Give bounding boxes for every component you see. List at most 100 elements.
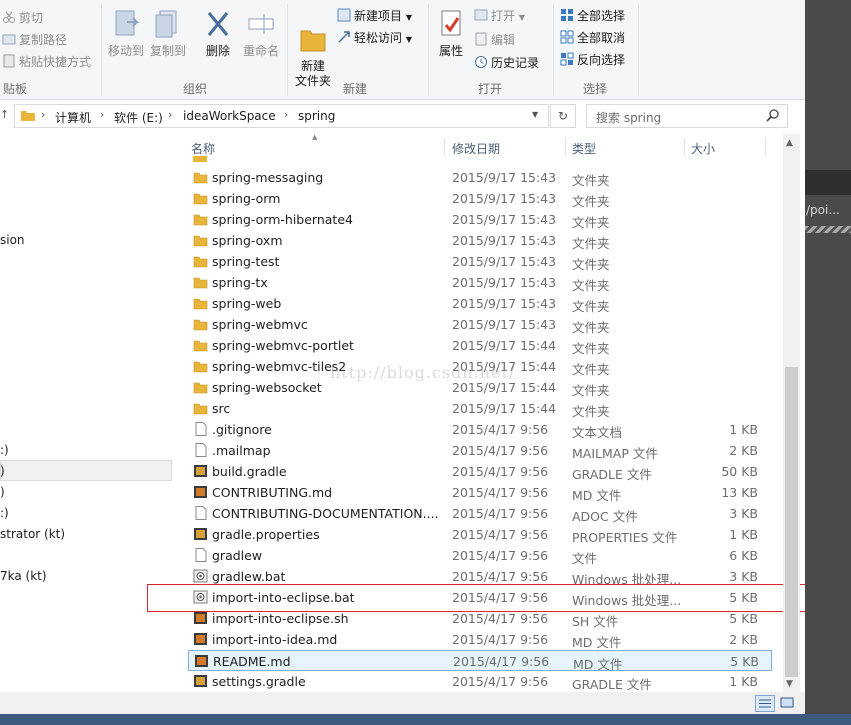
move-to-button[interactable]: 移动到 xyxy=(106,8,146,59)
file-row[interactable]: settings.gradle 2015/4/17 9:56 GRADLE 文件 1 … xyxy=(188,671,772,692)
file-row[interactable]: spring-orm-hibernate4 2015/9/17 15:43 文件夹 xyxy=(188,209,772,230)
edit-button[interactable]: 编辑 xyxy=(474,30,515,50)
file-row[interactable]: spring-messaging 2015/9/17 15:43 文件夹 xyxy=(188,167,772,188)
chevron-down-icon: ▼ xyxy=(518,13,525,22)
file-row[interactable]: spring-web 2015/9/17 15:43 文件夹 xyxy=(188,293,772,314)
breadcrumb-spring[interactable]: spring xyxy=(298,109,335,123)
file-name: import-into-eclipse.sh xyxy=(212,611,349,626)
file-row[interactable]: .gitignore 2015/4/17 9:56 文本文档 1 KB xyxy=(188,419,772,440)
scroll-down-icon[interactable]: ▼ xyxy=(786,679,793,689)
up-arrow-icon[interactable]: ↑ xyxy=(0,108,9,121)
file-row[interactable]: gradle.properties 2015/4/17 9:56 PROPERTIE… xyxy=(188,524,772,545)
file-date: 2015/9/17 15:44 xyxy=(452,338,557,353)
column-header-name[interactable]: 名称 xyxy=(191,140,215,157)
md-file-icon xyxy=(193,611,208,625)
folder-icon xyxy=(193,191,208,205)
file-icon xyxy=(193,443,208,457)
breadcrumb-computer[interactable]: 计算机 xyxy=(55,109,91,126)
paste-shortcut-icon xyxy=(2,54,16,68)
nav-item[interactable]: :) xyxy=(0,443,9,457)
file-row[interactable]: src 2015/9/17 15:44 文件夹 xyxy=(188,398,772,419)
highlight-box xyxy=(147,584,811,612)
paste-shortcut-button[interactable]: 粘贴快捷方式 xyxy=(2,52,91,72)
ribbon: 剪切 复制路径 粘贴快捷方式 贴板 移动到 复制到 删除 重命名 组织 新建 文… xyxy=(0,0,805,100)
copy-to-icon xyxy=(155,10,177,38)
properties-icon xyxy=(441,10,461,36)
properties-button[interactable]: 属性 xyxy=(432,8,470,59)
chevron-down-icon: ▼ xyxy=(405,13,412,22)
large-icons-view-icon[interactable] xyxy=(778,695,798,712)
file-row[interactable]: build.gradle 2015/4/17 9:56 GRADLE 文件 50 KB xyxy=(188,461,772,482)
new-folder-button[interactable]: 新建 文件夹 xyxy=(292,8,334,104)
column-header-size[interactable]: 大小 xyxy=(691,140,715,157)
breadcrumb-workspace[interactable]: ideaWorkSpace xyxy=(183,109,276,123)
edit-icon xyxy=(474,32,488,46)
column-divider[interactable] xyxy=(684,138,685,156)
history-button[interactable]: 历史记录 xyxy=(474,53,539,73)
file-type: 文件 xyxy=(572,551,598,566)
folder-icon xyxy=(193,380,208,394)
group-label-new: 新建 xyxy=(342,82,367,96)
nav-item[interactable]: :) xyxy=(0,506,9,520)
file-row[interactable]: spring-webmvc-portlet 2015/9/17 15:44 文件夹 xyxy=(188,335,772,356)
file-date: 2015/4/17 9:56 xyxy=(453,654,550,669)
group-label-organize: 组织 xyxy=(182,82,207,96)
scrollbar-thumb[interactable] xyxy=(785,367,798,677)
column-divider[interactable] xyxy=(565,138,566,156)
file-date: 2015/4/17 9:56 xyxy=(452,485,549,500)
file-name: .mailmap xyxy=(212,443,271,458)
invert-selection-button[interactable]: 反向选择 xyxy=(560,50,625,70)
file-row[interactable]: spring-test 2015/9/17 15:43 文件夹 xyxy=(188,251,772,272)
copy-to-button[interactable]: 复制到 xyxy=(147,8,189,59)
column-header-date[interactable]: 修改日期 xyxy=(452,140,500,157)
file-row[interactable]: spring-webmvc 2015/9/17 15:43 文件夹 xyxy=(188,314,772,335)
file-row[interactable]: import-into-idea.md 2015/4/17 9:56 MD 文件 2 … xyxy=(188,629,772,650)
file-size: 1 KB xyxy=(729,674,758,689)
select-all-button[interactable]: 全部选择 xyxy=(560,6,625,26)
easy-access-button[interactable]: 轻松访问 ▼ xyxy=(337,28,412,48)
rename-icon xyxy=(248,14,274,34)
select-none-button[interactable]: 全部取消 xyxy=(560,28,625,48)
file-row[interactable]: gradlew 2015/4/17 9:56 文件 6 KB xyxy=(188,545,772,566)
file-date: 2015/4/17 9:56 xyxy=(452,443,549,458)
address-bar[interactable] xyxy=(14,104,549,128)
file-size: 5 KB xyxy=(730,654,759,669)
file-row[interactable]: spring-orm 2015/9/17 15:43 文件夹 xyxy=(188,188,772,209)
group-label-select: 选择 xyxy=(582,82,607,96)
file-row[interactable]: README.md 2015/4/17 9:56 MD 文件 5 KB xyxy=(188,650,772,672)
file-date: 2015/9/17 15:44 xyxy=(452,380,557,395)
nav-item[interactable]: ) xyxy=(0,485,5,499)
nav-item[interactable]: 7ka (kt) xyxy=(0,569,47,583)
column-divider[interactable] xyxy=(444,138,445,156)
nav-item[interactable]: sion xyxy=(0,233,25,247)
file-row[interactable]: CONTRIBUTING-DOCUMENTATION.... 2015/4/17 … xyxy=(188,503,772,524)
folder-icon xyxy=(193,254,208,268)
scroll-up-icon[interactable]: ▲ xyxy=(786,138,793,148)
file-row[interactable]: CONTRIBUTING.md 2015/4/17 9:56 MD 文件 13 KB xyxy=(188,482,772,503)
details-view-icon[interactable] xyxy=(755,695,775,712)
breadcrumb-drive[interactable]: 软件 (E:) xyxy=(114,109,163,126)
open-button[interactable]: 打开 ▼ xyxy=(474,6,525,26)
gradle-file-icon xyxy=(193,527,208,541)
nav-item[interactable]: strator (kt) xyxy=(0,527,65,541)
file-row[interactable]: spring-oxm 2015/9/17 15:43 文件夹 xyxy=(188,230,772,251)
delete-button[interactable]: 删除 xyxy=(198,8,238,59)
sort-up-icon: ▲ xyxy=(312,133,318,141)
column-header-type[interactable]: 类型 xyxy=(572,140,596,157)
file-type: 文件夹 xyxy=(572,362,610,377)
file-name: src xyxy=(212,401,231,416)
file-row[interactable]: spring-tx 2015/9/17 15:43 文件夹 xyxy=(188,272,772,293)
file-date: 2015/4/17 9:56 xyxy=(452,548,549,563)
ribbon-separator xyxy=(287,4,288,96)
new-item-icon xyxy=(337,8,351,22)
nav-item-selected[interactable]: ) xyxy=(0,464,5,478)
new-item-button[interactable]: 新建项目 ▼ xyxy=(337,6,412,26)
search-icon[interactable] xyxy=(766,108,780,122)
file-row[interactable]: .mailmap 2015/4/17 9:56 MAILMAP 文件 2 KB xyxy=(188,440,772,461)
rename-button[interactable]: 重命名 xyxy=(240,8,282,59)
cut-button[interactable]: 剪切 xyxy=(2,8,43,28)
refresh-icon[interactable]: ↻ xyxy=(550,104,576,128)
column-divider[interactable] xyxy=(765,138,766,156)
address-dropdown-icon[interactable]: ▼ xyxy=(532,110,538,119)
copy-path-button[interactable]: 复制路径 xyxy=(2,30,67,50)
